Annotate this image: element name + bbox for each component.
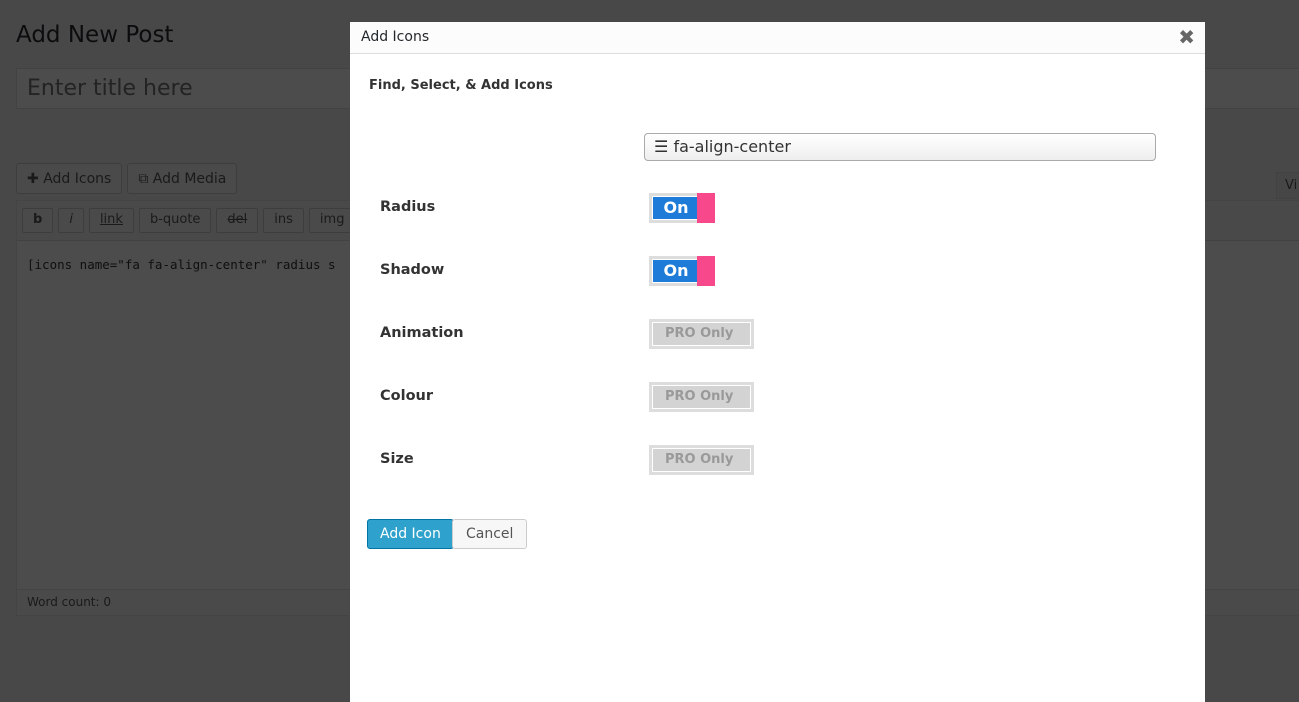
add-icons-button[interactable]: ✚ Add Icons bbox=[16, 163, 123, 194]
icon-select-value: fa-align-center bbox=[673, 137, 791, 156]
dialog-title: Add Icons bbox=[350, 22, 1205, 54]
media-icon: ⧉ bbox=[138, 170, 149, 187]
add-icon-button[interactable]: Add Icon bbox=[367, 519, 454, 549]
toggle-knob bbox=[697, 256, 715, 286]
quicktag-img[interactable]: img bbox=[308, 208, 356, 233]
add-icons-label: Add Icons bbox=[43, 170, 112, 187]
size-label: Size bbox=[380, 451, 414, 467]
plus-icon: ✚ bbox=[27, 170, 39, 187]
radius-toggle[interactable]: On bbox=[649, 193, 715, 223]
icon-select[interactable]: ☰ fa-align-center bbox=[644, 133, 1156, 161]
radius-label: Radius bbox=[380, 199, 436, 215]
align-center-icon: ☰ bbox=[654, 137, 669, 156]
quicktag-italic[interactable]: i bbox=[58, 208, 84, 233]
pro-only-text: PRO Only bbox=[653, 449, 750, 471]
pro-only-text: PRO Only bbox=[653, 323, 750, 345]
cancel-button[interactable]: Cancel bbox=[452, 519, 528, 549]
page-title: Add New Post bbox=[16, 22, 174, 48]
quicktag-del[interactable]: del bbox=[216, 208, 259, 233]
colour-label: Colour bbox=[380, 388, 434, 404]
pro-only-text: PRO Only bbox=[653, 386, 750, 408]
shadow-toggle-text: On bbox=[653, 260, 699, 282]
animation-pro-only: PRO Only bbox=[649, 319, 754, 349]
quicktag-link[interactable]: link bbox=[88, 208, 134, 233]
add-media-label: Add Media bbox=[152, 170, 227, 187]
toggle-knob bbox=[697, 193, 715, 223]
radius-toggle-text: On bbox=[653, 197, 699, 219]
quicktag-bquote[interactable]: b-quote bbox=[138, 208, 212, 233]
shadow-label: Shadow bbox=[380, 262, 445, 278]
add-icons-dialog: Add Icons ✖ Find, Select, & Add Icons ☰ … bbox=[350, 22, 1205, 702]
shadow-toggle[interactable]: On bbox=[649, 256, 715, 286]
close-icon[interactable]: ✖ bbox=[1178, 25, 1195, 49]
colour-pro-only: PRO Only bbox=[649, 382, 754, 412]
add-media-button[interactable]: ⧉ Add Media bbox=[127, 163, 238, 194]
quicktag-ins[interactable]: ins bbox=[263, 208, 304, 233]
dialog-subtitle: Find, Select, & Add Icons bbox=[369, 78, 553, 93]
size-pro-only: PRO Only bbox=[649, 445, 754, 475]
quicktag-bold[interactable]: b bbox=[22, 208, 54, 233]
tab-visual[interactable]: Vi bbox=[1276, 172, 1299, 199]
animation-label: Animation bbox=[380, 325, 464, 341]
